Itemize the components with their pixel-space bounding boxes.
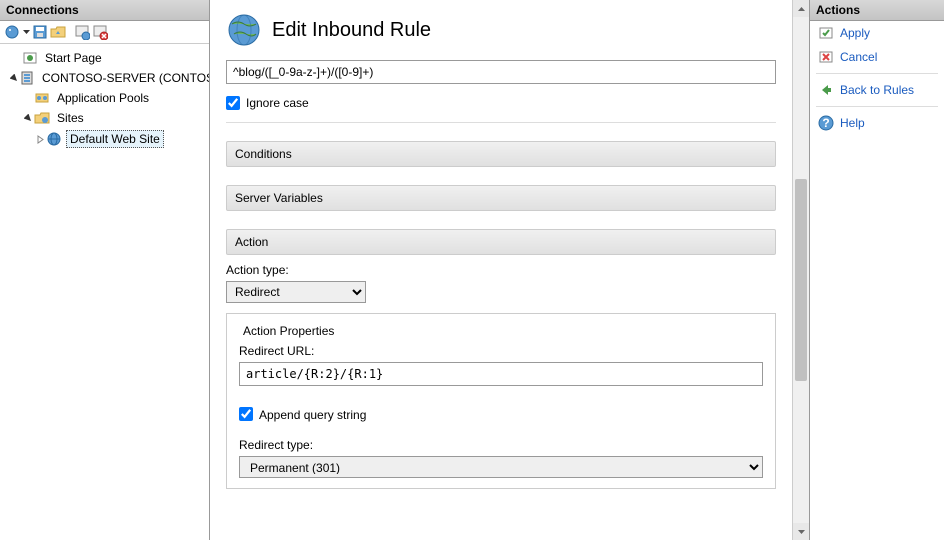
scroll-down-icon[interactable]: [793, 523, 809, 540]
svg-text:?: ?: [822, 116, 829, 130]
connect-icon[interactable]: [4, 24, 20, 40]
pattern-input[interactable]: [226, 60, 776, 84]
page-title: Edit Inbound Rule: [226, 12, 776, 48]
cancel-button[interactable]: Cancel: [810, 45, 944, 69]
ignore-case-checkbox[interactable]: [226, 96, 240, 110]
server-explore-icon[interactable]: [74, 24, 90, 40]
ignore-case-label: Ignore case: [246, 96, 309, 110]
app-pools-icon: [34, 90, 50, 106]
tree-start-page[interactable]: Start Page: [2, 48, 207, 68]
action-section[interactable]: Action: [226, 229, 776, 255]
apply-button[interactable]: Apply: [810, 21, 944, 45]
connect-dropdown-icon[interactable]: [22, 24, 30, 40]
append-query-checkbox[interactable]: [239, 407, 253, 421]
conditions-section[interactable]: Conditions: [226, 141, 776, 167]
globe-icon: [46, 131, 62, 147]
append-query-label: Append query string: [259, 408, 366, 422]
help-button[interactable]: ? Help: [810, 111, 944, 135]
folder-up-icon[interactable]: [50, 24, 66, 40]
connections-tree: Start Page CONTOSO-SERVER (CONTOS Applic…: [0, 44, 209, 540]
actions-panel: Actions Apply Cancel Back to Rules ? Hel…: [809, 0, 944, 540]
save-icon[interactable]: [32, 24, 48, 40]
tree-app-pools[interactable]: Application Pools: [2, 88, 207, 108]
redirect-url-input[interactable]: [239, 362, 763, 386]
tree-server[interactable]: CONTOSO-SERVER (CONTOS: [2, 68, 207, 88]
chevron-expanded-icon[interactable]: [10, 74, 19, 83]
globe-large-icon: [226, 12, 262, 48]
action-type-label: Action type:: [226, 263, 776, 277]
action-type-select[interactable]: Redirect: [226, 281, 366, 303]
actions-header: Actions: [810, 0, 944, 21]
chevron-collapsed-icon[interactable]: [34, 135, 46, 144]
back-to-rules-button[interactable]: Back to Rules: [810, 78, 944, 102]
connections-header: Connections: [0, 0, 209, 21]
cancel-icon: [818, 49, 834, 65]
redirect-type-select[interactable]: Permanent (301): [239, 456, 763, 478]
tree-default-site[interactable]: Default Web Site: [2, 128, 207, 150]
scroll-up-icon[interactable]: [793, 0, 809, 17]
scroll-track[interactable]: [793, 17, 809, 523]
sites-folder-icon: [34, 110, 50, 126]
chevron-expanded-icon[interactable]: [22, 114, 34, 123]
connections-toolbar: [0, 21, 209, 44]
stop-server-icon[interactable]: [92, 24, 108, 40]
main-panel: Edit Inbound Rule Ignore case Conditions…: [210, 0, 809, 540]
server-vars-section[interactable]: Server Variables: [226, 185, 776, 211]
home-icon: [22, 50, 38, 66]
apply-icon: [818, 25, 834, 41]
help-icon: ?: [818, 115, 834, 131]
redirect-type-label: Redirect type:: [239, 438, 763, 452]
scroll-thumb[interactable]: [795, 179, 807, 381]
server-icon: [19, 70, 35, 86]
main-scrollbar[interactable]: [792, 0, 809, 540]
back-arrow-icon: [818, 82, 834, 98]
action-properties-legend: Action Properties: [239, 324, 338, 338]
redirect-url-label: Redirect URL:: [239, 344, 763, 358]
connections-panel: Connections Start Page: [0, 0, 210, 540]
action-properties-fieldset: Action Properties Redirect URL: Append q…: [226, 313, 776, 489]
tree-sites[interactable]: Sites: [2, 108, 207, 128]
